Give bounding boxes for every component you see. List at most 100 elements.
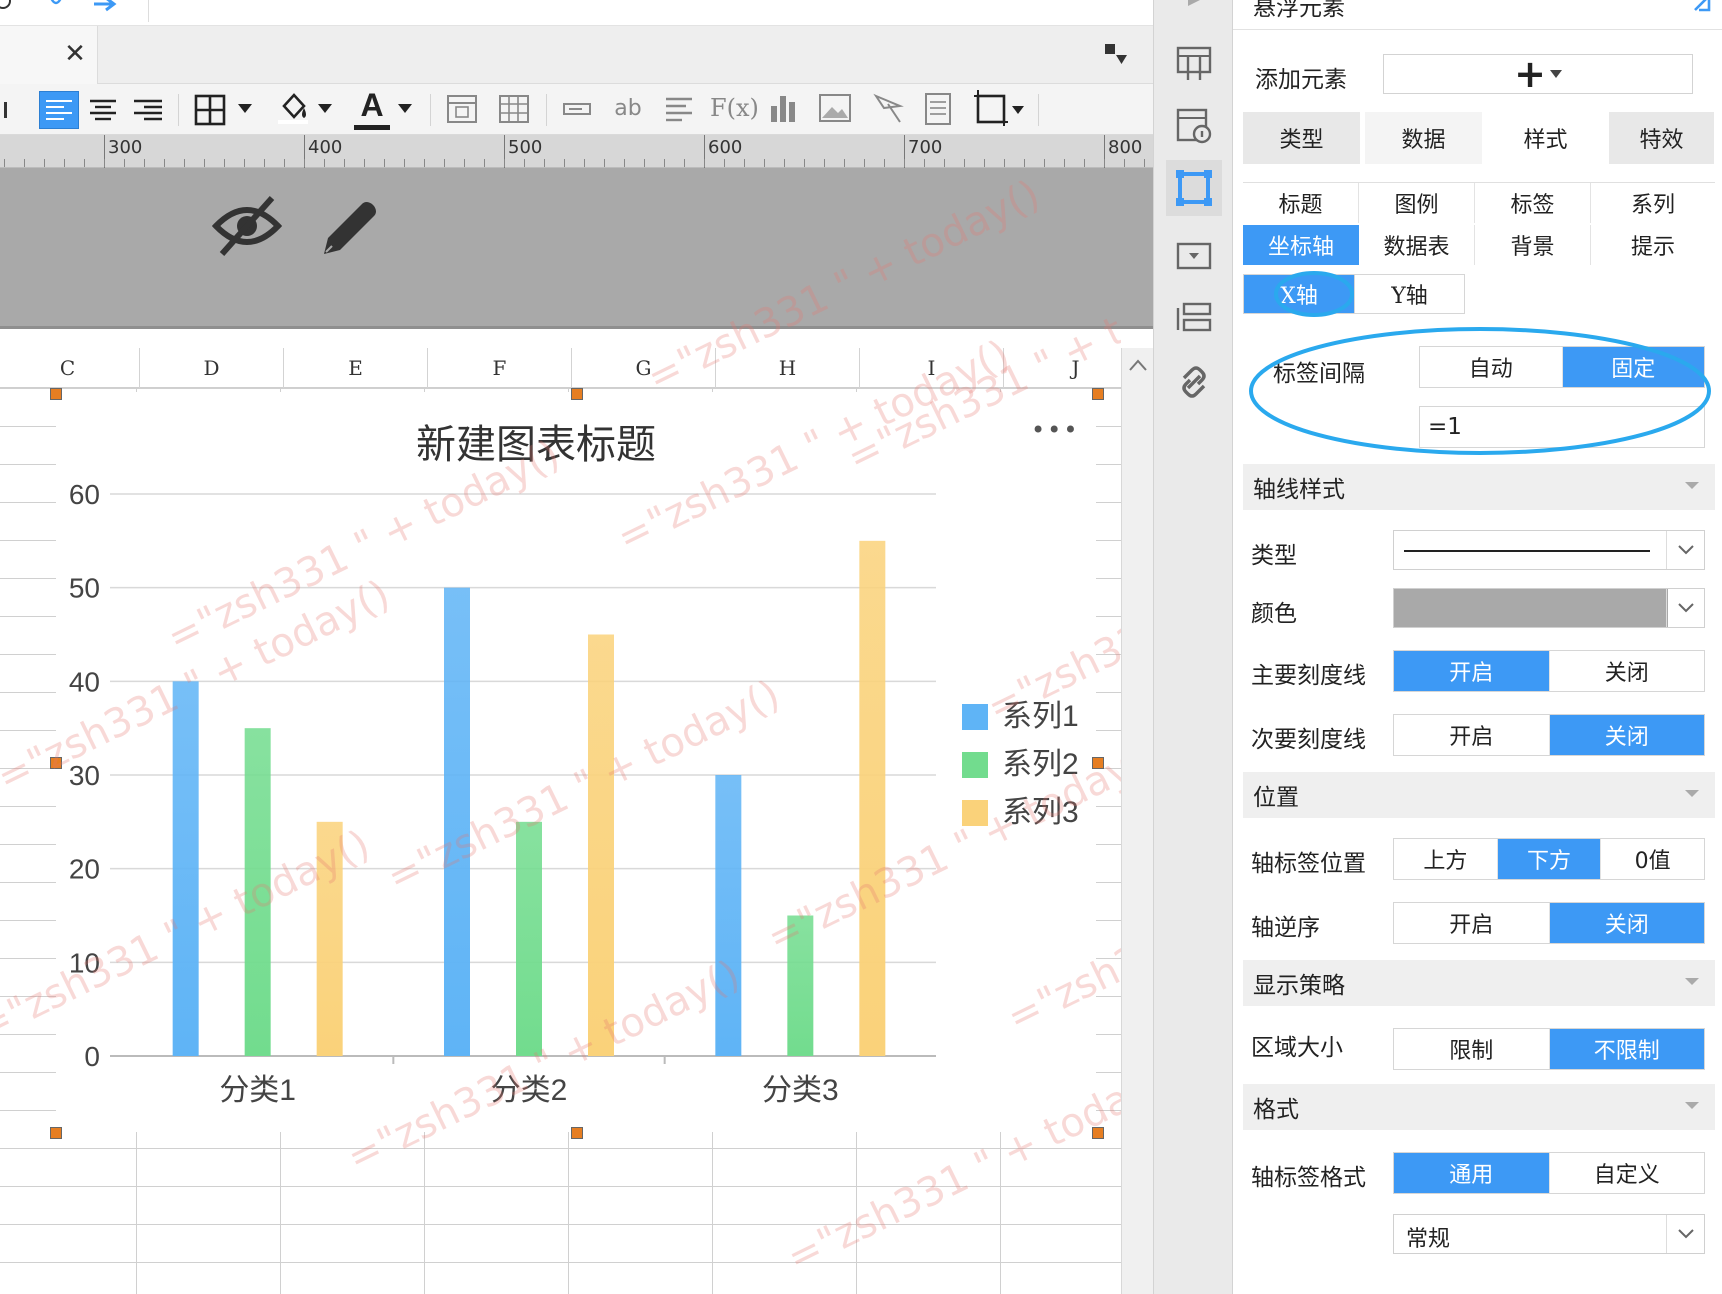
slash-icon[interactable]: [872, 92, 904, 124]
scroll-up-icon[interactable]: [1128, 358, 1148, 372]
display-strategy-section[interactable]: 显示策略: [1243, 960, 1715, 1006]
resize-handle[interactable]: [1092, 757, 1104, 769]
column-header-cell[interactable]: G: [572, 348, 716, 388]
property-panel: 悬浮元素 添加元素 + 类型 数据 样式 特效 标题 图例 标签 系列 坐标轴 …: [1233, 0, 1722, 1294]
ruler-minor-tick: [964, 159, 965, 167]
redo-icon[interactable]: [92, 0, 122, 14]
ruler-minor-tick: [804, 159, 805, 167]
formula-icon[interactable]: F(x): [710, 92, 759, 124]
ruler: 300 400 500 600 700 800: [0, 135, 1153, 168]
vertical-scrollbar[interactable]: [1121, 348, 1153, 1294]
major-tick-off[interactable]: 关闭: [1550, 651, 1705, 691]
format-custom-option[interactable]: 自定义: [1550, 1153, 1705, 1193]
close-tab-icon[interactable]: ✕: [62, 41, 88, 67]
tab-bar: [0, 26, 1153, 84]
resize-handle[interactable]: [50, 757, 62, 769]
chevron-down-icon[interactable]: [1012, 106, 1024, 114]
minor-tick-off[interactable]: 关闭: [1549, 715, 1704, 755]
collapse-arrow-icon[interactable]: [1186, 0, 1202, 10]
document-icon[interactable]: [924, 92, 952, 126]
widget-icon[interactable]: [1166, 228, 1222, 284]
hide-icon[interactable]: [212, 194, 282, 258]
subtab-tooltip[interactable]: 提示: [1591, 225, 1715, 265]
label-position-label: 轴标签位置: [1251, 851, 1366, 877]
subtab-label[interactable]: 标签: [1475, 183, 1591, 223]
resize-handle[interactable]: [1092, 1127, 1104, 1139]
line-color-select[interactable]: [1393, 588, 1705, 628]
frame-icon[interactable]: [974, 90, 1008, 126]
cell-properties-icon[interactable]: [1166, 98, 1222, 154]
merge-cells-icon[interactable]: [446, 94, 478, 124]
major-tick-on[interactable]: 开启: [1394, 651, 1550, 691]
align-right-icon[interactable]: [132, 95, 164, 125]
column-header-cell[interactable]: C: [0, 348, 140, 388]
legend-label: 系列2: [1002, 748, 1079, 781]
subtab-series[interactable]: 系列: [1591, 183, 1715, 223]
subtab-legend[interactable]: 图例: [1359, 183, 1475, 223]
resize-handle[interactable]: [571, 388, 583, 400]
text-field-icon[interactable]: [562, 100, 592, 118]
add-element-button[interactable]: +: [1383, 54, 1693, 94]
resize-handle[interactable]: [50, 1127, 62, 1139]
position-zero-option[interactable]: 0值: [1601, 839, 1704, 879]
border-icon[interactable]: [194, 94, 226, 126]
line-type-select[interactable]: [1393, 530, 1705, 570]
subtab-datatable[interactable]: 数据表: [1359, 225, 1475, 265]
column-header-cell[interactable]: D: [140, 348, 284, 388]
tab-menu-icon[interactable]: [1103, 42, 1129, 66]
axis-style-section[interactable]: 轴线样式: [1243, 464, 1715, 510]
area-unlimited-option[interactable]: 不限制: [1549, 1029, 1704, 1069]
tab-effects[interactable]: 特效: [1609, 112, 1715, 164]
bar-chart-icon[interactable]: [768, 92, 800, 124]
tab-y-axis[interactable]: Y轴: [1354, 275, 1464, 313]
resize-handle[interactable]: [50, 388, 62, 400]
chevron-down-icon[interactable]: [398, 104, 412, 114]
chevron-down-icon[interactable]: [238, 104, 252, 114]
subtab-background[interactable]: 背景: [1475, 225, 1591, 265]
position-section[interactable]: 位置: [1243, 772, 1715, 818]
reverse-off[interactable]: 关闭: [1549, 903, 1704, 943]
position-bottom-option[interactable]: 下方: [1497, 839, 1602, 879]
list-icon[interactable]: [664, 94, 694, 124]
chevron-down-icon[interactable]: [318, 104, 332, 114]
area-size-toggle: 限制 不限制: [1393, 1028, 1705, 1070]
column-header-cell[interactable]: F: [428, 348, 572, 388]
column-header-cell[interactable]: I: [860, 348, 1004, 388]
chart-container[interactable]: 新建图表标题 ••• 0 10 20 30 40 50 60 分类1 分类2 分类3 系列1 系列2 系…: [56, 392, 1096, 1132]
font-color-icon[interactable]: A: [354, 86, 390, 130]
tab-style[interactable]: 样式: [1487, 112, 1605, 164]
minor-tick-on[interactable]: 开启: [1394, 715, 1550, 755]
format-section[interactable]: 格式: [1243, 1084, 1715, 1130]
reverse-on[interactable]: 开启: [1394, 903, 1550, 943]
align-center-icon[interactable]: [88, 95, 118, 125]
align-left-icon[interactable]: [38, 84, 80, 135]
ruler-minor-tick: [464, 159, 465, 167]
cell-element-icon[interactable]: [1166, 34, 1222, 90]
subtab-axis[interactable]: 坐标轴: [1243, 225, 1359, 265]
resize-handle[interactable]: [571, 1127, 583, 1139]
tab-type[interactable]: 类型: [1243, 112, 1361, 164]
resize-handle[interactable]: [1092, 388, 1104, 400]
search-icon[interactable]: [0, 0, 16, 14]
area-limit-option[interactable]: 限制: [1394, 1029, 1550, 1069]
pin-icon[interactable]: [46, 0, 66, 12]
edit-pencil-icon[interactable]: [318, 196, 380, 258]
format-general-option[interactable]: 通用: [1394, 1153, 1550, 1193]
tab-data[interactable]: 数据: [1365, 112, 1483, 164]
image-icon[interactable]: [818, 92, 852, 124]
chart-plot: 0 10 20 30 40 50 60 分类1 分类2 分类3 系列1 系列2 系列3: [69, 479, 1079, 1107]
format-select[interactable]: 常规: [1393, 1214, 1705, 1254]
layout-icon[interactable]: [1166, 290, 1222, 346]
ruler-minor-tick: [364, 159, 365, 167]
bar-系列2-分类3: [787, 915, 814, 1056]
hyperlink-icon[interactable]: [1166, 354, 1222, 410]
column-header-cell[interactable]: E: [284, 348, 428, 388]
subtab-title[interactable]: 标题: [1243, 183, 1359, 223]
expand-icon[interactable]: [1693, 0, 1713, 12]
fill-color-icon[interactable]: [276, 90, 310, 124]
table-icon[interactable]: [498, 94, 530, 124]
position-top-option[interactable]: 上方: [1394, 839, 1498, 879]
float-element-icon[interactable]: [1166, 160, 1222, 216]
column-header-cell[interactable]: H: [716, 348, 860, 388]
ab-label-icon[interactable]: ab: [612, 94, 644, 124]
